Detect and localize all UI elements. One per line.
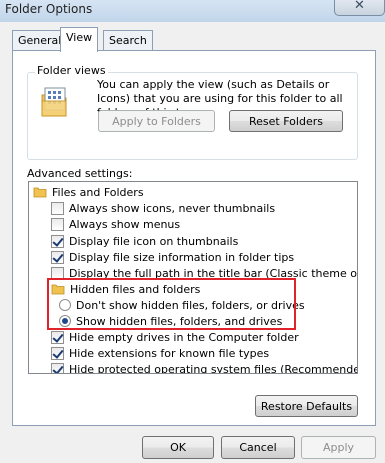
close-button[interactable]: ✕ bbox=[334, 0, 385, 16]
option-label: Display file size information in folder … bbox=[69, 250, 295, 264]
advanced-settings-label: Advanced settings: bbox=[27, 167, 133, 180]
tree-folder-files-and-folders: Files and Folders bbox=[33, 184, 144, 200]
title-bar: Folder Options ✕ bbox=[0, 0, 385, 22]
restore-defaults-button[interactable]: Restore Defaults bbox=[255, 395, 358, 417]
checkbox-checked[interactable] bbox=[51, 346, 64, 360]
apply-to-folders-button[interactable]: Apply to Folders bbox=[98, 110, 215, 132]
checkbox-checked[interactable] bbox=[51, 330, 64, 344]
checkbox-checked[interactable] bbox=[51, 250, 64, 264]
checkbox-checked[interactable] bbox=[51, 234, 64, 248]
option-label: Hide empty drives in the Computer folder bbox=[69, 330, 299, 344]
option-always-show-menus[interactable]: Always show menus bbox=[51, 216, 180, 232]
folder-icon bbox=[33, 187, 47, 198]
option-label: Always show icons, never thumbnails bbox=[69, 201, 276, 215]
option-label: Hide protected operating system files (R… bbox=[69, 362, 358, 374]
tree-folder-label: Files and Folders bbox=[52, 185, 144, 199]
hidden-files-highlight bbox=[47, 278, 296, 330]
option-label: Display file icon on thumbnails bbox=[69, 234, 239, 248]
folder-views-icon bbox=[41, 87, 67, 117]
checkbox[interactable] bbox=[51, 217, 64, 231]
close-icon: ✕ bbox=[354, 0, 365, 13]
tab-search[interactable]: Search bbox=[103, 30, 153, 50]
option-hide-protected-os-files[interactable]: Hide protected operating system files (R… bbox=[51, 361, 358, 374]
folder-views-legend: Folder views bbox=[35, 64, 108, 77]
tab-view[interactable]: View bbox=[60, 27, 99, 52]
option-label: Always show menus bbox=[69, 217, 181, 231]
option-display-file-icon-thumbnails[interactable]: Display file icon on thumbnails bbox=[51, 233, 238, 249]
checkbox-checked[interactable] bbox=[51, 362, 64, 373]
option-always-show-icons[interactable]: Always show icons, never thumbnails bbox=[51, 200, 275, 216]
cancel-button[interactable]: Cancel bbox=[221, 436, 295, 459]
option-label: Hide extensions for known file types bbox=[69, 346, 270, 360]
apply-button[interactable]: Apply bbox=[301, 436, 376, 459]
option-hide-extensions[interactable]: Hide extensions for known file types bbox=[51, 345, 269, 361]
ok-button[interactable]: OK bbox=[142, 436, 214, 459]
checkbox[interactable] bbox=[51, 201, 64, 215]
reset-folders-button[interactable]: Reset Folders bbox=[229, 110, 343, 132]
option-hide-empty-drives[interactable]: Hide empty drives in the Computer folder bbox=[51, 329, 299, 345]
window-title: Folder Options bbox=[5, 2, 93, 16]
option-display-file-size-info[interactable]: Display file size information in folder … bbox=[51, 249, 294, 265]
